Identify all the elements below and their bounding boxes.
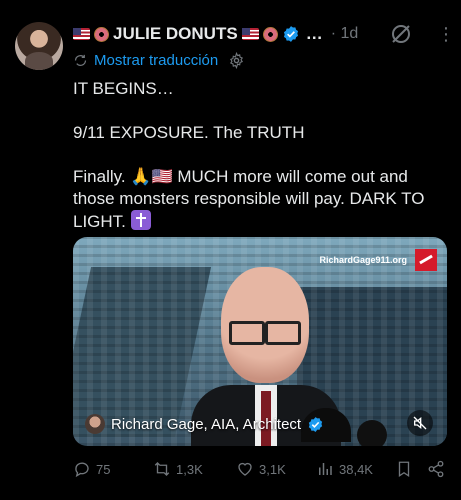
video-player[interactable]: RichardGage911.org Richard Gage, AIA, Ar… [73, 237, 447, 446]
views-chart-icon [319, 463, 332, 475]
caption-avatar [85, 414, 105, 434]
timestamp[interactable]: · 1d [331, 25, 359, 43]
gear-icon[interactable] [228, 52, 245, 69]
like-button[interactable]: 3,1K [236, 460, 286, 478]
repost-button[interactable]: 1,3K [153, 460, 203, 478]
repost-count: 1,3K [176, 461, 203, 477]
watermark-logo-icon [415, 249, 437, 271]
microphone-head [357, 420, 387, 446]
translate-label: Mostrar traducción [94, 52, 219, 69]
us-flag-icon [241, 28, 259, 40]
tweet-line: 9/11 EXPOSURE. The TRUTH [73, 123, 305, 142]
mute-button[interactable] [407, 410, 433, 436]
caption-text: Richard Gage, AIA, Architect [111, 415, 302, 433]
grok-icon[interactable] [389, 22, 413, 46]
watermark-text: RichardGage911.org [319, 255, 407, 265]
bookmark-button[interactable] [395, 460, 413, 478]
views-button[interactable]: 38,4K [316, 460, 373, 478]
display-name: JULIE DONUTS [113, 24, 238, 43]
action-bar: 75 1,3K 3,1K 38,4K [73, 458, 447, 480]
more-options-icon[interactable]: ⋮ [437, 22, 455, 46]
name-ellipsis: … [305, 24, 323, 43]
us-flag-icon [73, 28, 90, 40]
author-name[interactable]: JULIE DONUTS … [73, 24, 323, 44]
tweet-text: IT BEGINS… 9/11 EXPOSURE. The TRUTH Fina… [73, 78, 443, 233]
donut-icon [94, 26, 109, 42]
tweet-line-final: Finally. 🙏🇺🇸 MUCH more will come out and… [73, 166, 443, 233]
bookmark-icon [398, 461, 410, 478]
video-caption: Richard Gage, AIA, Architect [85, 414, 324, 434]
author-avatar[interactable] [15, 22, 63, 70]
verified-badge-icon [308, 416, 323, 432]
reply-button[interactable]: 75 [73, 460, 110, 478]
share-button[interactable] [427, 460, 445, 478]
donut-icon [262, 26, 278, 42]
tweet-line: IT BEGINS… [73, 79, 174, 98]
speaker-glasses [229, 321, 301, 345]
reply-count: 75 [96, 461, 111, 477]
heart-icon [238, 462, 252, 476]
like-count: 3,1K [259, 461, 286, 477]
repost-icon [154, 462, 170, 476]
tweet-line: Finally. 🙏🇺🇸 MUCH more will come out and… [73, 167, 425, 231]
translate-link[interactable]: Mostrar traducción [73, 52, 245, 69]
views-count: 38,4K [339, 461, 373, 477]
translate-icon [74, 54, 87, 66]
cross-emoji-icon [130, 210, 151, 230]
verified-badge-icon [283, 26, 298, 42]
speaker-muted-icon [413, 416, 427, 430]
share-icon [428, 460, 444, 478]
reply-icon [75, 462, 89, 478]
